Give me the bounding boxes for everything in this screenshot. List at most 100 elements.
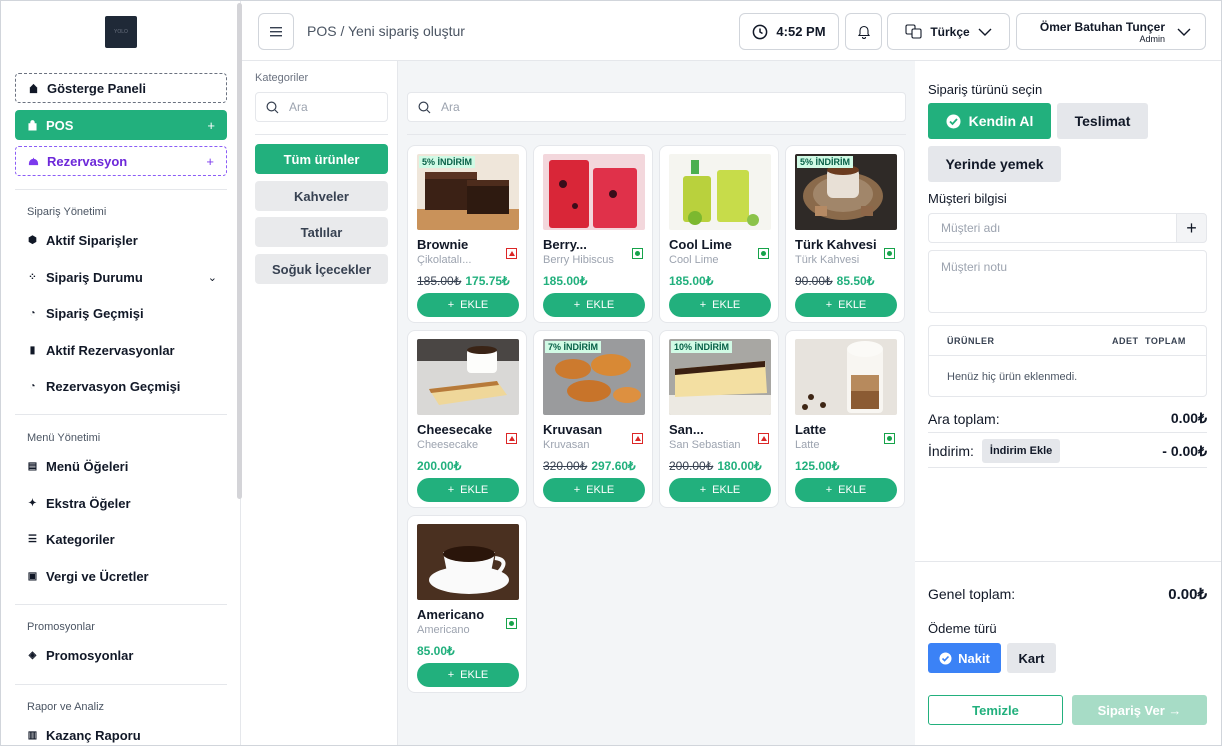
nav-item-promotions[interactable]: ◈ Promosyonlar (27, 648, 217, 663)
table-divider (929, 355, 1206, 356)
list-icon: ☰ (28, 534, 37, 545)
add-to-order-button[interactable]: + EKLE (417, 293, 519, 317)
nav-label: Aktif Rezervasyonlar (46, 343, 175, 358)
add-discount-button[interactable]: İndirim Ekle (981, 439, 1061, 463)
nav-label: Aktif Siparişler (46, 233, 138, 248)
language-selector[interactable]: Türkçe (887, 13, 1010, 50)
non-veg-icon (632, 433, 643, 444)
discount-badge: 5% İNDİRİM (419, 156, 476, 168)
chevron-down-icon[interactable]: ⌄ (208, 271, 217, 284)
section-title-menu: Menü Yönetimi (27, 432, 101, 444)
divider (915, 561, 1221, 562)
nav-item-categories[interactable]: ☰ Kategoriler (27, 532, 217, 547)
nav-item-menu-items[interactable]: ▤ Menü Öğeleri (27, 459, 217, 474)
category-cold-drinks[interactable]: Soğuk İçecekler (255, 254, 388, 284)
subtotal-label: Ara toplam: (928, 410, 1000, 427)
payment-cash-button[interactable]: Nakit (928, 643, 1001, 673)
product-name: San... (669, 422, 704, 437)
payment-label: Nakit (958, 650, 990, 666)
nav-item-earnings-report[interactable]: ▥ Kazanç Raporu (27, 728, 217, 743)
add-to-order-button[interactable]: + EKLE (417, 478, 519, 502)
dashboard-button[interactable]: Gösterge Paneli (15, 73, 227, 103)
reservation-label: Rezervasyon (47, 153, 128, 169)
product-card-kruvasan[interactable]: 7% İNDİRİM Kruvasan Kruvasan 320.00₺ 297.60₺… (533, 330, 653, 508)
product-card-san-sebastian[interactable]: 10% İNDİRİM San... San Sebastian 200.00₺ 180… (659, 330, 779, 508)
current-price: 175.75₺ (465, 274, 510, 288)
order-items-table: ÜRÜNLER ADET TOPLAM Henüz hiç ürün eklen… (928, 325, 1207, 397)
nav-item-order-history[interactable]: ◔ Sipariş Geçmişi (27, 306, 217, 321)
puzzle-icon: ✦ (28, 498, 37, 509)
menu-toggle-button[interactable] (258, 13, 294, 50)
veg-icon (506, 618, 517, 629)
dashboard-label: Gösterge Paneli (47, 80, 146, 96)
brand-logo[interactable]: YOLO (105, 16, 137, 48)
notifications-button[interactable] (845, 13, 882, 50)
product-card-cheesecake[interactable]: Cheesecake Cheesecake 200.00₺ + EKLE (407, 330, 527, 508)
reservation-button[interactable]: Rezervasyon + (15, 146, 227, 176)
discount-badge: 5% İNDİRİM (797, 156, 854, 168)
plus-icon: + (447, 669, 455, 681)
add-label: EKLE (460, 669, 489, 681)
add-customer-button[interactable]: + (1176, 213, 1207, 243)
reservation-icon (28, 157, 39, 165)
add-to-order-button[interactable]: + EKLE (543, 293, 645, 317)
add-label: EKLE (838, 299, 867, 311)
subtotal-row: Ara toplam: 0.00₺ (928, 410, 1207, 427)
order-type-label: Kendin Al (968, 113, 1034, 129)
product-card-americano[interactable]: Americano Americano 85.00₺ + EKLE (407, 515, 527, 693)
plus-icon[interactable]: + (207, 118, 215, 133)
product-card-turk-kahvesi[interactable]: 5% İNDİRİM Türk Kahvesi Türk Kahvesi 90.00₺… (785, 145, 905, 323)
add-to-order-button[interactable]: + EKLE (795, 293, 897, 317)
add-to-order-button[interactable]: + EKLE (669, 293, 771, 317)
category-desserts[interactable]: Tatlılar (255, 217, 388, 247)
add-to-order-button[interactable]: + EKLE (795, 478, 897, 502)
nav-item-active-reservations[interactable]: ▮ Aktif Rezervasyonlar (27, 343, 217, 358)
plus-icon[interactable]: + (206, 154, 214, 169)
dashboard-icon (29, 83, 38, 93)
sidebar: YOLO Gösterge Paneli POS + Rezervasyon +… (1, 1, 241, 745)
nav-item-order-status[interactable]: ⁘ Sipariş Durumu ⌄ (27, 270, 217, 285)
add-to-order-button[interactable]: + EKLE (669, 478, 771, 502)
old-price: 185.00₺ (417, 274, 462, 288)
product-card-brownie[interactable]: 5% İNDİRİM Brownie Çikolatalı... 185.00₺ 175… (407, 145, 527, 323)
add-to-order-button[interactable]: + EKLE (543, 478, 645, 502)
user-info: Ömer Batuhan Tunçer Admin (1035, 20, 1165, 44)
divider (15, 604, 227, 605)
bag-icon (28, 119, 37, 130)
nav-item-extra-items[interactable]: ✦ Ekstra Öğeler (27, 496, 217, 511)
product-subtitle: Latte (795, 439, 820, 451)
nav-item-reservation-history[interactable]: ◔ Rezervasyon Geçmişi (27, 379, 217, 394)
clear-button[interactable]: Temizle (928, 695, 1063, 725)
nav-item-active-orders[interactable]: ⬢ Aktif Siparişler (27, 233, 217, 248)
category-all[interactable]: Tüm ürünler (255, 144, 388, 174)
divider (407, 134, 906, 135)
nav-label: Kategoriler (46, 532, 115, 547)
customer-name-input[interactable]: Müşteri adı (928, 213, 1176, 243)
customer-note-input[interactable]: Müşteri notu (928, 250, 1207, 313)
product-card-cool-lime[interactable]: Cool Lime Cool Lime 185.00₺ + EKLE (659, 145, 779, 323)
product-search-input[interactable]: Ara (407, 92, 906, 122)
product-card-berry-hibiscus[interactable]: Berry... Berry Hibiscus 185.00₺ + EKLE (533, 145, 653, 323)
clock-display: 4:52 PM (739, 13, 839, 50)
app-window: YOLO Gösterge Paneli POS + Rezervasyon +… (0, 0, 1222, 746)
place-order-button[interactable]: Sipariş Ver → (1072, 695, 1207, 725)
pos-button[interactable]: POS + (15, 110, 227, 140)
category-panel: Kategoriler Ara Tüm ürünler Kahveler Tat… (242, 61, 398, 745)
payment-card-button[interactable]: Kart (1007, 643, 1056, 673)
user-menu[interactable]: Ömer Batuhan Tunçer Admin (1016, 13, 1206, 50)
category-search-input[interactable]: Ara (255, 92, 388, 122)
product-name: Cheesecake (417, 422, 493, 437)
non-veg-icon (506, 248, 517, 259)
nav-item-tax-fees[interactable]: ▣ Vergi ve Ücretler (27, 569, 217, 584)
product-name: Berry... (543, 237, 587, 252)
order-type-takeaway[interactable]: Kendin Al (928, 103, 1051, 139)
add-to-order-button[interactable]: + EKLE (417, 663, 519, 687)
top-header: POS / Yeni sipariş oluştur 4:52 PM Türkç… (242, 1, 1221, 61)
old-price: 90.00₺ (795, 274, 833, 288)
order-type-delivery[interactable]: Teslimat (1057, 103, 1148, 139)
old-price: 200.00₺ (669, 459, 714, 473)
product-card-latte[interactable]: Latte Latte 125.00₺ + EKLE (785, 330, 905, 508)
order-type-dine-in[interactable]: Yerinde yemek (928, 146, 1061, 182)
col-total: TOPLAM (1145, 336, 1186, 346)
category-coffee[interactable]: Kahveler (255, 181, 388, 211)
